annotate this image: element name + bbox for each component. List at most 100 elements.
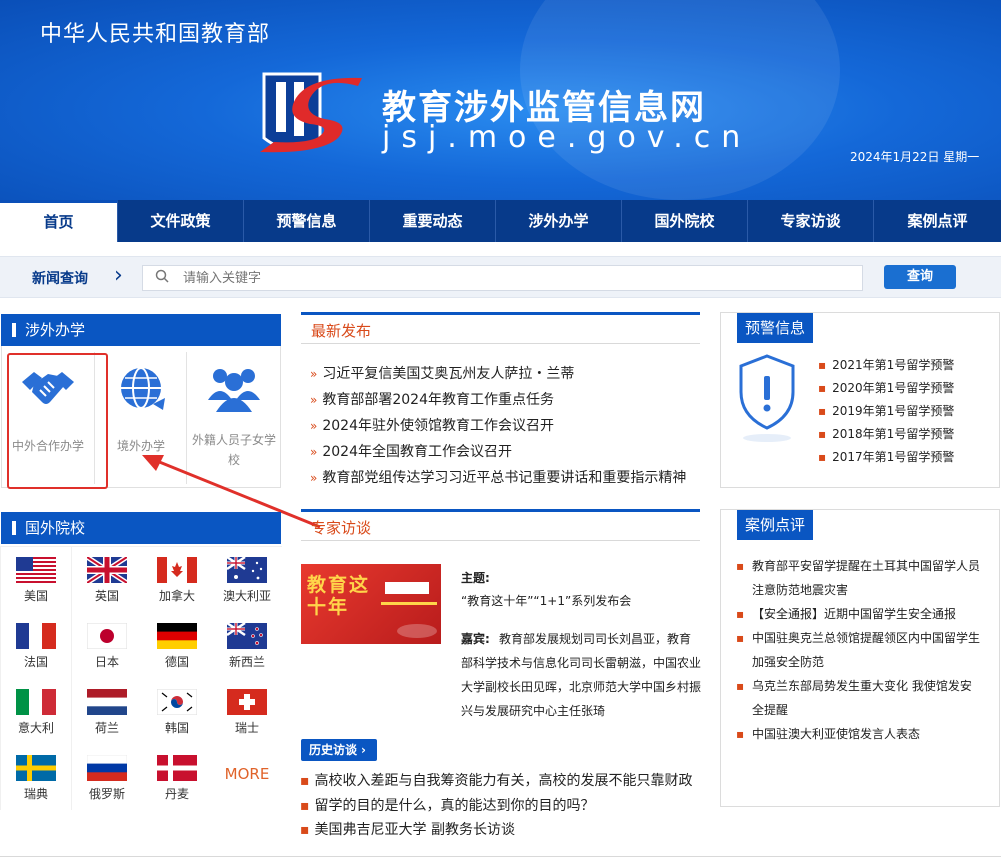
case-line[interactable]: 【安全通报】近期中国留学生安全通报 [736,602,986,626]
chevron-right-icon: › [114,263,123,288]
interview-title[interactable]: 专家访谈 [311,517,371,538]
bullet-icon: ▪ [736,559,745,573]
cases-title[interactable]: 案例点评 [737,510,814,540]
search-input[interactable] [183,268,843,288]
case-item[interactable]: ▪ 乌克兰东部局势发生重大变化 我使馆发安 全提醒 [736,674,986,722]
warning-item[interactable]: ▪ 2018年第1号留学预警 [818,425,954,442]
highlight-box [7,353,108,489]
warning-item[interactable]: ▪ 2017年第1号留学预警 [818,448,954,465]
history-item[interactable]: ▪ 高校收入差距与自我筹资能力有关，高校的发展不能只靠财政 [300,770,693,790]
foreign-schools-header[interactable]: 涉外办学 [1,314,281,346]
country-france[interactable]: 法国 [1,613,71,679]
nav-home[interactable]: 首页 [0,200,118,242]
warning-item[interactable]: ▪ 2021年第1号留学预警 [818,356,954,373]
country-korea[interactable]: 韩国 [142,679,212,745]
country-japan[interactable]: 日本 [72,613,142,679]
news-item[interactable]: » 2024年全国教育工作会议召开 [310,441,512,461]
more-label: MORE [224,765,270,783]
country-australia[interactable]: 澳大利亚 [212,547,282,613]
flag-usa-icon [16,557,56,583]
double-arrow-icon: » [310,471,318,485]
news-link[interactable]: 教育部党组传达学习习近平总书记重要讲话和重要指示精神 [322,470,686,486]
country-germany[interactable]: 德国 [142,613,212,679]
more-countries-link[interactable]: MORE [212,745,282,811]
history-interviews-button[interactable]: 历史访谈 › [301,739,377,761]
country-usa[interactable]: 美国 [1,547,71,613]
main-nav: 首页 文件政策 预警信息 重要动态 涉外办学 国外院校 专家访谈 案例点评 [0,200,1001,242]
flag-korea-icon [157,689,197,715]
history-link[interactable]: 美国弗吉尼亚大学 副教务长访谈 [315,822,515,838]
news-link[interactable]: 2024年全国教育工作会议召开 [322,444,512,460]
section-title: 涉外办学 [25,321,86,339]
warnings-title[interactable]: 预警信息 [737,313,814,343]
bullet-icon: ▪ [818,381,827,395]
bullet-icon: ▪ [736,727,745,741]
news-item[interactable]: » 习近平复信美国艾奥瓦州友人萨拉・兰蒂 [310,363,574,383]
case-line[interactable]: 中国驻奥克兰总领馆提醒领区内中国留学生 [736,626,986,650]
overseas-schools-header[interactable]: 国外院校 [1,512,281,544]
country-italy[interactable]: 意大利 [1,679,71,745]
flag-japan-icon [87,623,127,649]
country-switzerland[interactable]: 瑞士 [212,679,282,745]
warning-link[interactable]: 2017年第1号留学预警 [832,450,954,464]
double-arrow-icon: » [310,445,318,459]
case-line[interactable]: 中国驻澳大利亚使馆发言人表态 [736,722,986,746]
country-russia[interactable]: 俄罗斯 [72,745,142,811]
flag-denmark-icon [157,755,197,781]
news-item[interactable]: » 教育部部署2024年教育工作重点任务 [310,389,554,409]
warning-item[interactable]: ▪ 2019年第1号留学预警 [818,402,954,419]
history-link[interactable]: 留学的目的是什么，真的能达到你的目的吗？ [315,798,595,814]
flag-switzerland-icon [227,689,267,715]
warning-link[interactable]: 2018年第1号留学预警 [832,427,954,441]
country-grid: 美国 英国 加拿大 澳大利亚 法国 日本 德国 新西兰 意大利 荷兰 韩国 瑞士… [0,546,282,811]
case-line[interactable]: 加强安全防范 [736,650,986,674]
case-item[interactable]: ▪ 中国驻奥克兰总领馆提醒领区内中国留学生 加强安全防范 [736,626,986,674]
warning-link[interactable]: 2019年第1号留学预警 [832,404,954,418]
nav-policy[interactable]: 文件政策 [118,200,244,242]
news-link[interactable]: 2024年驻外使领馆教育工作会议召开 [322,418,554,434]
search-button[interactable]: 查询 [884,265,956,289]
country-canada[interactable]: 加拿大 [142,547,212,613]
interview-image[interactable]: 教育这十年 [301,564,441,644]
nav-warnings[interactable]: 预警信息 [244,200,370,242]
search-icon [155,269,169,287]
country-netherlands[interactable]: 荷兰 [72,679,142,745]
country-uk[interactable]: 英国 [72,547,142,613]
warning-link[interactable]: 2021年第1号留学预警 [832,358,954,372]
news-link[interactable]: 教育部部署2024年教育工作重点任务 [322,392,554,408]
warning-item[interactable]: ▪ 2020年第1号留学预警 [818,379,954,396]
nav-cases[interactable]: 案例点评 [874,200,1001,242]
country-name: 俄罗斯 [88,787,125,801]
latest-title[interactable]: 最新发布 [311,320,371,341]
flag-france-icon [16,623,56,649]
country-name: 意大利 [17,721,54,735]
ministry-name[interactable]: 中华人民共和国教育部 [40,16,270,48]
history-item[interactable]: ▪ 留学的目的是什么，真的能达到你的目的吗？ [300,795,595,815]
news-item[interactable]: » 2024年驻外使领馆教育工作会议召开 [310,415,554,435]
case-item[interactable]: ▪ 【安全通报】近期中国留学生安全通报 [736,602,986,626]
news-link[interactable]: 习近平复信美国艾奥瓦州友人萨拉・兰蒂 [322,366,574,382]
country-sweden[interactable]: 瑞典 [1,745,71,811]
history-link[interactable]: 高校收入差距与自我筹资能力有关，高校的发展不能只靠财政 [315,773,693,789]
case-line[interactable]: 教育部平安留学提醒在土耳其中国留学人员 [736,554,986,578]
nav-overseas-schools[interactable]: 国外院校 [622,200,748,242]
country-new-zealand[interactable]: 新西兰 [212,613,282,679]
nav-interviews[interactable]: 专家访谈 [748,200,874,242]
case-item[interactable]: ▪ 中国驻澳大利亚使馆发言人表态 [736,722,986,746]
news-item[interactable]: » 教育部党组传达学习习近平总书记重要讲话和重要指示精神 [310,467,686,487]
flag-new-zealand-icon [227,623,267,649]
warning-link[interactable]: 2020年第1号留学预警 [832,381,954,395]
case-line[interactable]: 全提醒 [736,698,986,722]
header-bar [301,509,700,512]
history-item[interactable]: ▪ 美国弗吉尼亚大学 副教务长访谈 [300,819,515,839]
nav-news[interactable]: 重要动态 [370,200,496,242]
bullet-icon: ▪ [818,450,827,464]
topic-text[interactable]: “教育这十年”“1+1”系列发布会 [461,592,631,609]
case-item[interactable]: ▪ 教育部平安留学提醒在土耳其中国留学人员 注意防范地震灾害 [736,554,986,602]
case-line[interactable]: 乌克兰东部局势发生重大变化 我使馆发安 [736,674,986,698]
site-logo-icon[interactable] [250,68,370,168]
nav-foreign-schools[interactable]: 涉外办学 [496,200,622,242]
country-denmark[interactable]: 丹麦 [142,745,212,811]
guests-label: 嘉宾: [461,632,490,646]
case-line[interactable]: 注意防范地震灾害 [736,578,986,602]
